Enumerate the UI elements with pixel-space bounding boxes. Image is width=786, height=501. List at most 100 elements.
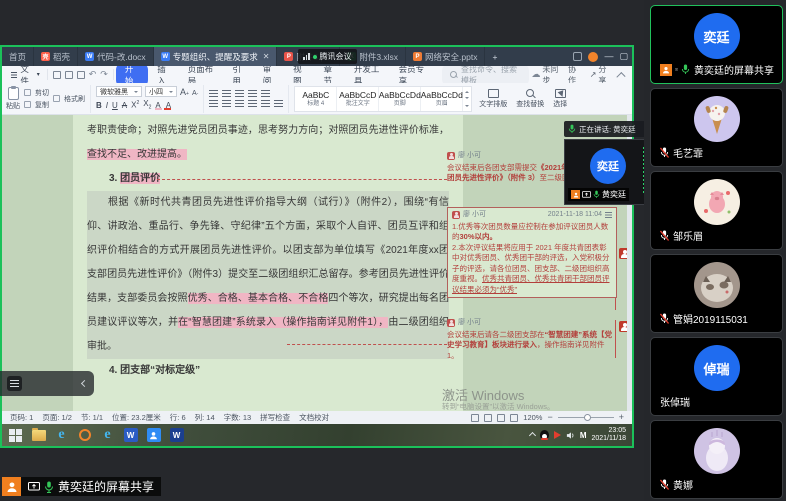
document-page[interactable]: 考职责使命；对照先进党员团员事迹，思考努力方向；对照团员先进性评价标准，查找不足… [73,115,463,411]
styles-gallery-arrows[interactable] [463,87,471,111]
comment-card[interactable]: 廖 小可 会议结束后请各二级团支部在“智慧团建”系统【党史学习教育】板块进行录入… [447,318,617,361]
account-avatar[interactable] [588,52,598,62]
align-left-icon[interactable] [209,100,218,107]
find-replace-button[interactable]: 查找替换 [514,89,546,109]
maximize-button[interactable]: ▢ [619,52,628,61]
system-tray: M 23:05 2021/11/18 [530,427,626,443]
participant-tile[interactable]: 倬瑞 张倬瑞 [650,337,783,416]
tab-document-daima[interactable]: W代码-改.docx [78,47,154,66]
presenter-icon [2,477,21,496]
tab-document-active[interactable]: W专题组织、提醒及要求✕ [154,47,278,66]
bold-button[interactable]: B [96,101,102,110]
copy-button[interactable]: 复制 [24,100,49,110]
flag-tray-icon[interactable] [554,431,561,439]
zoom-slider[interactable] [558,417,614,418]
style-comment-text[interactable]: AaBbCcD批注文字 [337,87,379,111]
underline-button[interactable]: U [112,101,118,110]
view-mode-icon[interactable] [471,414,479,422]
paste-button[interactable]: 粘贴 [6,87,20,111]
highlight-color-button[interactable]: A [155,101,161,110]
view-read-icon[interactable] [510,414,518,422]
font-color-button[interactable]: A [166,101,171,110]
zoom-slider-knob[interactable] [584,414,591,421]
zoom-level[interactable]: 120% [523,413,542,422]
new-tab-button[interactable]: + [485,47,504,66]
subscript-button[interactable]: X2 [143,99,151,111]
ie-browser-icon-2[interactable]: e [100,428,115,443]
overlay-tile-label: 黄奕廷 [568,188,629,201]
browser-icon[interactable] [77,428,92,443]
decrease-indent-icon[interactable] [235,90,244,97]
meeting-app-icon[interactable] [146,428,161,443]
participant-tile[interactable]: 毛艺霏 [650,88,783,167]
tab-docer[interactable]: 壳稻壳 [34,47,78,66]
participant-tile[interactable]: 邹乐眉 [650,171,783,250]
proofread-toggle[interactable]: 文档校对 [299,412,329,423]
zoom-out-button[interactable]: − [547,413,552,422]
qq-tray-icon[interactable] [540,430,549,440]
print-icon[interactable] [65,71,73,79]
style-header[interactable]: AaBbCcDd页眉 [421,87,463,111]
increase-indent-icon[interactable] [248,90,257,97]
redo-icon[interactable]: ↷ [100,69,108,80]
speaker-icon[interactable] [566,431,575,440]
cut-button[interactable]: 剪切 [24,88,49,98]
skin-icon[interactable] [573,52,582,61]
style-heading4[interactable]: AaBbC标题 4 [295,87,337,111]
shading-icon[interactable] [274,100,283,107]
justify-icon[interactable] [248,100,257,107]
comment-menu-icon[interactable] [605,212,612,218]
view-outline-icon[interactable] [484,414,492,422]
clipboard-group: 粘贴 剪切 复制 格式刷 [6,85,91,113]
zoom-in-button[interactable]: + [619,413,624,422]
line-spacing-icon[interactable] [261,100,270,107]
file-explorer-icon[interactable] [31,428,46,443]
preview-icon[interactable] [77,71,85,79]
comment-card[interactable]: 廖 小可2021-11-18 11:04 1.优秀等次团员数量应控制在参加评议团… [447,207,617,298]
tencent-meeting-chip[interactable]: 腾讯会议 [298,49,357,64]
format-painter-button[interactable]: 格式刷 [53,94,85,104]
participant-tile[interactable]: 黄娜 [650,420,783,499]
undo-icon[interactable]: ↶ [89,69,97,80]
save-icon[interactable] [53,71,61,79]
overlay-video-tile[interactable]: 奕廷 黄奕廷 [564,139,652,205]
superscript-button[interactable]: X2 [131,100,139,110]
numbered-list-icon[interactable] [222,90,231,97]
align-center-icon[interactable] [222,100,231,107]
close-tab-icon[interactable]: ✕ [263,52,270,61]
minimize-button[interactable]: — [604,52,613,61]
tray-expand-icon[interactable] [529,431,536,438]
view-web-icon[interactable] [497,414,505,422]
cut-icon [24,89,31,96]
strikethrough-button[interactable]: A [122,101,127,110]
bullet-list-icon[interactable] [209,90,218,97]
align-right-icon[interactable] [235,100,244,107]
ie-browser-icon[interactable]: e [54,428,69,443]
spell-check-toggle[interactable]: 拼写检查 [260,412,290,423]
increase-font-button[interactable]: A+ [180,86,189,97]
font-size-select[interactable]: 小四 [145,86,177,97]
participant-tile[interactable]: 奕廷 黄奕廷的屏幕共享 [650,5,783,84]
style-footer[interactable]: AaBbCcDd页脚 [379,87,421,111]
word-app-icon[interactable]: W [123,428,138,443]
word-count[interactable]: 字数: 13 [224,412,252,423]
tab-ppt[interactable]: P网络安全.pptx [406,47,485,66]
text-layout-icon [488,89,499,98]
collapse-left-icon[interactable] [81,380,88,387]
taskbar-clock[interactable]: 23:05 2021/11/18 [591,427,626,443]
select-button[interactable]: 选择 [551,89,569,109]
input-method-indicator[interactable]: M [580,431,587,440]
text-layout-button[interactable]: 文字排版 [477,89,509,109]
floating-meeting-widget[interactable] [0,371,94,396]
font-name-select[interactable]: 微软雅黑 [96,86,142,97]
italic-button[interactable]: I [106,101,108,110]
participant-tile[interactable]: 管娟2019115031 [650,254,783,333]
wps-app-icon[interactable]: W [169,428,184,443]
text-direction-icon[interactable] [261,90,270,97]
meeting-app-window: { "colors": { "share_green": "#1bc15a", … [0,0,786,501]
start-button[interactable] [8,428,23,443]
decrease-font-button[interactable]: A- [192,86,198,97]
collapse-ribbon-icon[interactable] [617,71,626,80]
pdf-icon: P [284,52,293,61]
tab-home[interactable]: 首页 [2,47,34,66]
